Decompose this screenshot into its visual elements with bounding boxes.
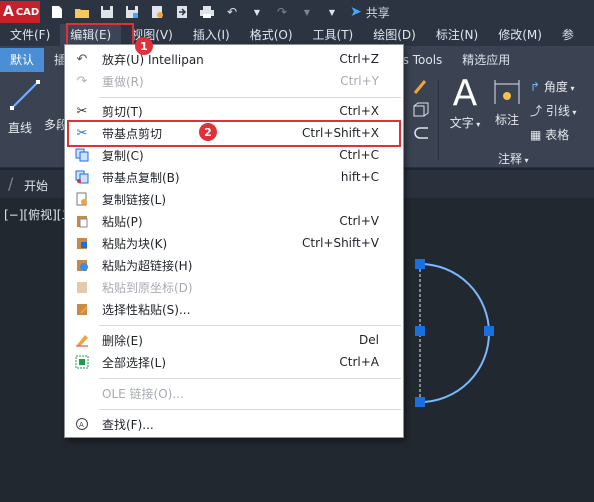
grip-center [415, 326, 425, 336]
paste-icon [74, 213, 90, 229]
leader-icon: ⤴ [530, 104, 543, 118]
print-icon[interactable] [199, 4, 215, 20]
edit-dropdown-menu: ↶ 放弃(U) Intellipan Ctrl+Z ↷ 重做(R) Ctrl+Y… [64, 44, 404, 438]
dropdown-icon[interactable]: ▼ [324, 4, 340, 20]
export-icon[interactable] [174, 4, 190, 20]
menu-format[interactable]: 格式(O) [240, 24, 303, 46]
svg-text:A: A [79, 421, 84, 429]
cut-basepoint-highlight [67, 120, 401, 147]
edit-menu-highlight [66, 23, 134, 46]
paste-block-icon [74, 235, 90, 251]
menu-item-paste-special[interactable]: 选择性粘贴(S)... [65, 298, 403, 320]
undo-icon: ↶ [76, 51, 88, 67]
logo-text: CAD [15, 6, 40, 18]
tab-divider: / [8, 174, 14, 193]
dim-icon [494, 80, 520, 104]
paste-special-icon [74, 301, 90, 317]
text-tool[interactable]: A 文字 ▾ [448, 74, 482, 131]
menu-separator [99, 409, 401, 410]
redo-icon[interactable]: ↷ [274, 4, 290, 20]
doc-tab-start[interactable]: 开始 [24, 177, 48, 194]
dim-tool-label: 标注 [494, 113, 519, 127]
save-as-icon[interactable] [124, 4, 140, 20]
menu-item-paste-original-coords[interactable]: 粘贴到原坐标(D) [65, 276, 403, 298]
menu-insert[interactable]: 插入(I) [183, 24, 240, 46]
menu-separator [99, 325, 401, 326]
menu-item-paste[interactable]: 粘贴(P) Ctrl+V [65, 210, 403, 232]
menu-item-undo[interactable]: ↶ 放弃(U) Intellipan Ctrl+Z [65, 48, 403, 70]
arc-shape [419, 263, 490, 403]
menu-item-copy-link[interactable]: 复制链接(L) [65, 188, 403, 210]
copy-link-icon [74, 191, 90, 207]
angle-tool[interactable]: ↱ 角度 ▾ [530, 78, 574, 95]
quick-access-toolbar: A CAD ↶ ▼ ↷ ▼ ▼ ➤ 共享 [0, 0, 594, 24]
menu-item-paste-hyperlink[interactable]: 粘贴为超链接(H) [65, 254, 403, 276]
tab-featured-apps[interactable]: 精选应用 [452, 48, 520, 72]
select-all-icon [74, 354, 90, 370]
table-tool-label: 表格 [545, 128, 570, 142]
menu-separator [99, 378, 401, 379]
menu-item-redo[interactable]: ↷ 重做(R) Ctrl+Y [65, 70, 403, 92]
find-icon: A [74, 416, 90, 432]
menu-modify[interactable]: 修改(M) [488, 24, 552, 46]
line-tool[interactable]: 直线 [8, 78, 42, 136]
tab-default[interactable]: 默认 [0, 48, 45, 72]
dropdown-icon[interactable]: ▼ [299, 4, 315, 20]
save-icon[interactable] [99, 4, 115, 20]
cube-icon[interactable] [412, 102, 430, 121]
menu-draw[interactable]: 绘图(D) [363, 24, 426, 46]
table-icon: ▦ [530, 128, 542, 142]
paste-original-coords-icon [74, 279, 90, 295]
menu-item-find[interactable]: A 查找(F)... [65, 413, 403, 435]
undo-icon[interactable]: ↶ [224, 4, 240, 20]
menu-item-erase[interactable]: 删除(E) Del [65, 329, 403, 351]
menu-tools[interactable]: 工具(T) [303, 24, 364, 46]
text-icon: A [452, 73, 478, 114]
menu-separator [99, 97, 401, 98]
menu-file[interactable]: 文件(F) [0, 24, 60, 46]
send-icon: ➤ [350, 4, 362, 20]
step-badge-2: 2 [199, 123, 217, 141]
menu-item-copy-basepoint[interactable]: 带基点复制(B) hift+C [65, 166, 403, 188]
copy-icon [74, 147, 90, 163]
logo-letter: A [3, 4, 14, 20]
panel-separator [438, 80, 439, 160]
line-tool-label: 直线 [8, 121, 33, 135]
annotate-panel-title[interactable]: 注释 ▾ [498, 150, 529, 167]
menu-dimension[interactable]: 标注(N) [426, 24, 488, 46]
erase-icon [74, 332, 90, 348]
leader-tool[interactable]: ⤴ 引线 ▾ [530, 102, 576, 119]
share-label: 共享 [365, 5, 390, 20]
menu-item-select-all[interactable]: 全部选择(L) Ctrl+A [65, 351, 403, 373]
dim-tool[interactable]: 标注 [490, 76, 524, 128]
leader-tool-label: 引线 [545, 104, 570, 118]
dropdown-icon[interactable]: ▼ [249, 4, 265, 20]
paste-hyperlink-icon [74, 257, 90, 273]
table-tool[interactable]: ▦ 表格 [530, 126, 569, 143]
text-tool-label: 文字 ▾ [449, 116, 481, 130]
step-badge-1: 1 [135, 37, 153, 55]
menu-param[interactable]: 参 [552, 24, 584, 46]
copy-basepoint-icon [74, 169, 90, 185]
angle-icon: ↱ [530, 80, 541, 94]
arc-align-icon[interactable] [412, 126, 430, 143]
publish-icon[interactable] [149, 4, 165, 20]
menu-item-ole-link[interactable]: OLE 链接(O)... [65, 382, 403, 404]
cut-icon: ✂ [76, 103, 88, 119]
grip-top [415, 259, 425, 269]
new-file-icon[interactable] [49, 4, 65, 20]
redo-icon: ↷ [76, 73, 88, 89]
draw-order-icon[interactable] [412, 78, 430, 99]
grip-right [484, 326, 494, 336]
menu-item-cut[interactable]: ✂ 剪切(T) Ctrl+X [65, 100, 403, 122]
grip-bottom [415, 397, 425, 407]
app-logo[interactable]: A CAD [0, 1, 40, 23]
menu-item-copy[interactable]: 复制(C) Ctrl+C [65, 144, 403, 166]
share-button[interactable]: ➤ 共享 [350, 4, 390, 21]
menu-item-paste-block[interactable]: 粘贴为块(K) Ctrl+Shift+V [65, 232, 403, 254]
line-icon [10, 80, 40, 110]
open-folder-icon[interactable] [74, 4, 90, 20]
angle-tool-label: 角度 [543, 80, 568, 94]
